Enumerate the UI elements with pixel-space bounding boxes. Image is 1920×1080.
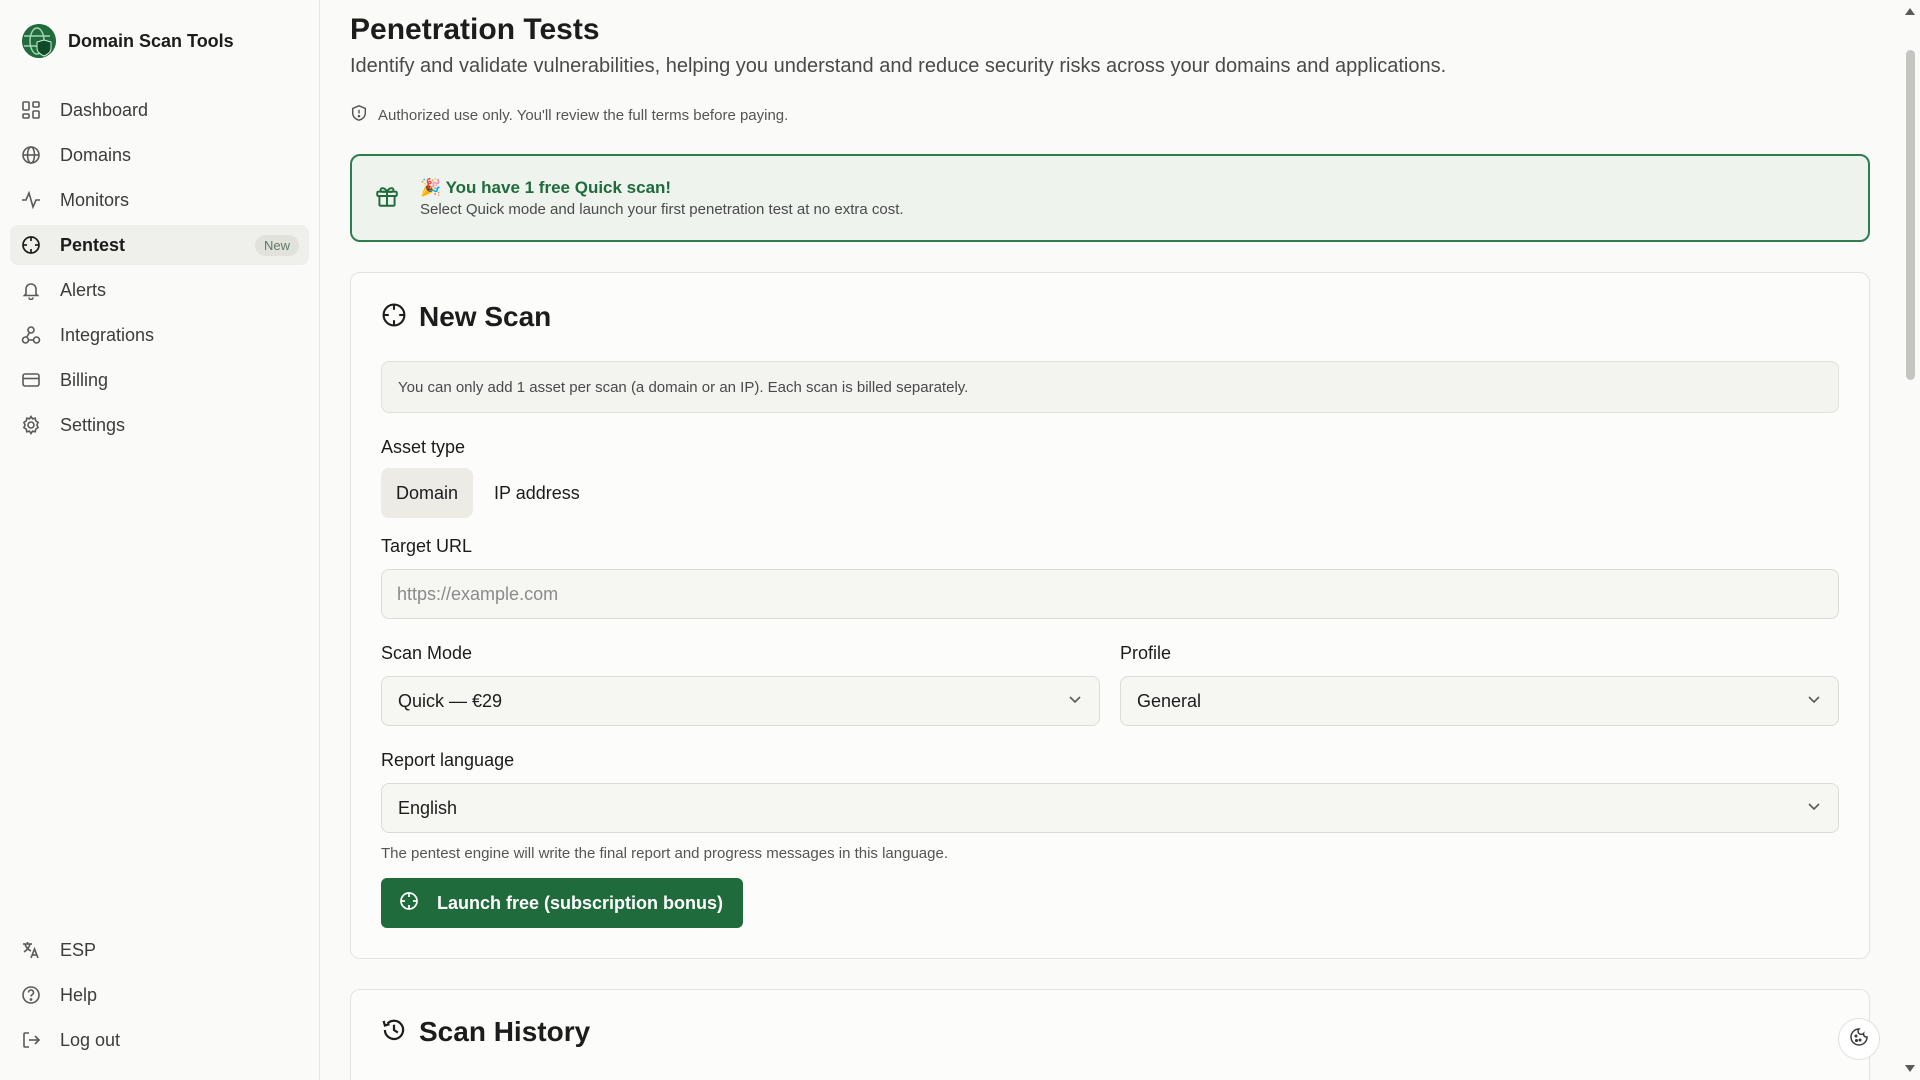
sidebar-item-label: Pentest: [60, 234, 126, 255]
authorized-use-note: Authorized use only. You'll review the f…: [350, 104, 1870, 126]
target-url-input[interactable]: https://example.com: [381, 569, 1839, 619]
bell-icon: [20, 279, 42, 301]
sidebar-item-integrations[interactable]: Integrations: [10, 315, 309, 355]
sidebar-item-label: Integrations: [60, 324, 155, 345]
language-label: ESP: [60, 939, 97, 960]
sidebar-bottom: ESP Help Log out: [10, 930, 309, 1060]
globe-shield-logo: [22, 24, 56, 58]
sidebar-item-label: Monitors: [60, 189, 130, 210]
webhook-icon: [20, 324, 42, 346]
scan-mode-select[interactable]: Quick — €29: [381, 676, 1100, 726]
new-badge: New: [254, 234, 299, 256]
party-emoji: 🎉: [420, 178, 442, 197]
gear-icon: [20, 414, 42, 436]
free-scan-banner: 🎉 You have 1 free Quick scan! Select Qui…: [350, 154, 1870, 242]
crosshair-icon: [381, 302, 407, 333]
page-title: Penetration Tests: [350, 13, 600, 46]
scan-mode-label: Scan Mode: [381, 643, 473, 663]
profile-value: General: [1137, 690, 1202, 711]
sidebar-item-dashboard[interactable]: Dashboard: [10, 90, 309, 130]
asset-type-ip[interactable]: IP address: [479, 468, 595, 518]
sidebar-item-settings[interactable]: Settings: [10, 405, 309, 445]
history-icon: [381, 1017, 407, 1048]
scroll-down-arrow-icon[interactable]: [1905, 1065, 1915, 1072]
asset-type-label: Asset type: [381, 437, 466, 457]
target-url-label: Target URL: [381, 536, 473, 556]
sidebar-item-alerts[interactable]: Alerts: [10, 270, 309, 310]
dashboard-icon: [20, 99, 42, 121]
sidebar-item-domains[interactable]: Domains: [10, 135, 309, 175]
scan-info-box: You can only add 1 asset per scan (a dom…: [381, 361, 1839, 413]
globe-icon: [20, 144, 42, 166]
report-language-label: Report language: [381, 750, 515, 770]
report-language-hint: The pentest engine will write the final …: [381, 845, 948, 862]
new-scan-title: New Scan: [419, 301, 552, 332]
shield-icon: [350, 104, 368, 126]
promo-title-text: You have 1 free Quick scan!: [445, 178, 672, 197]
asset-type-domain[interactable]: Domain: [381, 468, 474, 518]
help-link[interactable]: Help: [10, 975, 309, 1015]
scroll-thumb[interactable]: [1906, 50, 1915, 380]
sidebar-item-pentest[interactable]: Pentest New: [10, 225, 309, 265]
chevron-down-icon: [1067, 691, 1083, 712]
page-scrollbar[interactable]: [1900, 0, 1920, 1080]
crosshair-icon: [399, 891, 419, 916]
scan-history-card: Scan History: [350, 989, 1870, 1080]
profile-group: Profile General: [1120, 619, 1839, 726]
report-language-select[interactable]: English: [381, 783, 1839, 833]
credit-card-icon: [20, 369, 42, 391]
sidebar-item-label: Alerts: [60, 279, 107, 300]
sidebar-item-label: Dashboard: [60, 99, 149, 120]
scroll-up-arrow-icon[interactable]: [1905, 8, 1915, 15]
scan-history-title: Scan History: [419, 1016, 591, 1047]
activity-icon: [20, 189, 42, 211]
page-subtitle: Identify and validate vulnerabilities, h…: [350, 55, 1447, 77]
help-circle-icon: [20, 984, 42, 1006]
scan-mode-value: Quick — €29: [398, 690, 503, 711]
new-scan-card: New Scan You can only add 1 asset per sc…: [350, 272, 1870, 959]
crosshair-icon: [20, 234, 42, 256]
promo-content: 🎉 You have 1 free Quick scan! Select Qui…: [420, 178, 904, 218]
brand[interactable]: Domain Scan Tools: [10, 20, 309, 60]
cookie-icon: [1849, 1027, 1869, 1052]
sidebar-item-label: Domains: [60, 144, 132, 165]
logout-button[interactable]: Log out: [10, 1020, 309, 1060]
asset-type-toggle: Domain IP address: [381, 468, 1839, 518]
cookie-settings-button[interactable]: [1838, 1018, 1880, 1060]
chevron-down-icon: [1806, 691, 1822, 712]
sidebar-item-monitors[interactable]: Monitors: [10, 180, 309, 220]
gift-icon: [374, 183, 400, 214]
chevron-down-icon: [1806, 798, 1822, 819]
auth-note-text: Authorized use only. You'll review the f…: [378, 106, 789, 124]
log-out-icon: [20, 1029, 42, 1051]
profile-label: Profile: [1120, 643, 1172, 663]
translate-icon: [20, 939, 42, 961]
brand-title: Domain Scan Tools: [68, 30, 234, 51]
sidebar-item-billing[interactable]: Billing: [10, 360, 309, 400]
sidebar-nav: Dashboard Domains Monitors Pentest New A…: [10, 90, 309, 445]
promo-title: 🎉 You have 1 free Quick scan!: [420, 178, 904, 198]
sidebar-item-label: Billing: [60, 369, 109, 390]
report-language-value: English: [398, 797, 458, 818]
mode-profile-row: Scan Mode Quick — €29 Profile General: [381, 619, 1839, 726]
help-label: Help: [60, 984, 98, 1005]
sidebar-item-label: Settings: [60, 414, 126, 435]
profile-select[interactable]: General: [1120, 676, 1839, 726]
language-switch[interactable]: ESP: [10, 930, 309, 970]
logout-label: Log out: [60, 1029, 121, 1050]
launch-scan-button[interactable]: Launch free (subscription bonus): [381, 878, 744, 928]
main-content: Penetration Tests Identify and validate …: [320, 0, 1900, 1080]
scan-history-header: Scan History: [381, 1016, 1839, 1048]
new-scan-header: New Scan: [381, 301, 1839, 333]
launch-scan-label: Launch free (subscription bonus): [437, 892, 724, 913]
promo-text: Select Quick mode and launch your first …: [420, 201, 904, 218]
sidebar: Domain Scan Tools Dashboard Domains Moni…: [0, 0, 320, 1080]
scan-mode-group: Scan Mode Quick — €29: [381, 619, 1100, 726]
